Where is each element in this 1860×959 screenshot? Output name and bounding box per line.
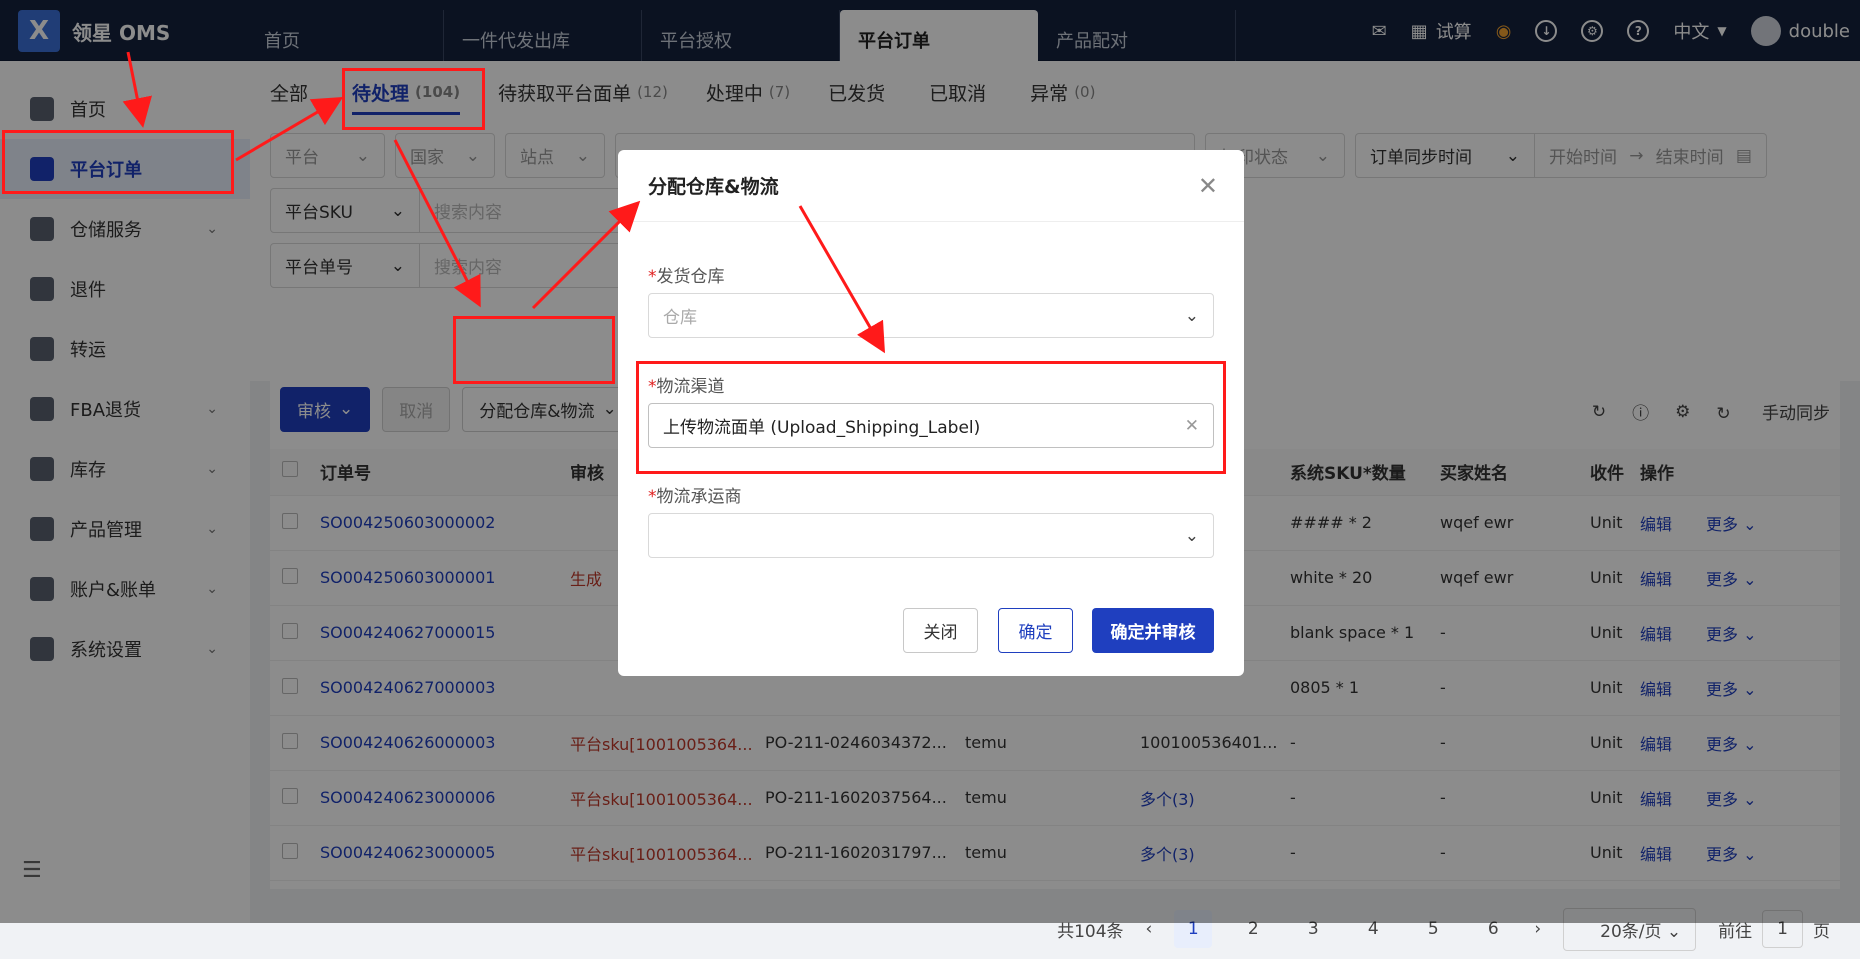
annotation-arrow (798, 205, 886, 354)
annotation-arrow (531, 200, 641, 310)
annotation-arrow (122, 51, 153, 128)
annotation-arrow (393, 139, 481, 308)
annotation-arrows (122, 51, 886, 354)
page-size-label: 20条/页 (1600, 921, 1662, 942)
annotation-arrow (235, 96, 344, 162)
